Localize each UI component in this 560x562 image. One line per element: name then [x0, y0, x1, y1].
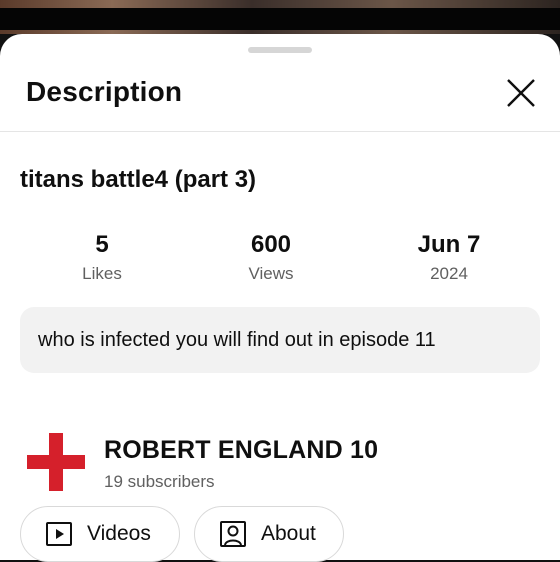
red-cross-flag-icon: [27, 433, 85, 491]
channel-avatar[interactable]: [27, 433, 85, 491]
close-button[interactable]: [500, 72, 542, 114]
description-sheet: Description titans battle4 (part 3) 5 Li…: [0, 34, 560, 562]
stat-views: 600 Views: [211, 230, 331, 284]
stat-upload-date: Jun 7 2024: [389, 230, 509, 284]
videos-button[interactable]: Videos: [20, 506, 180, 562]
about-button-label: About: [261, 522, 316, 545]
likes-count: 5: [95, 231, 109, 258]
likes-label: Likes: [82, 264, 122, 283]
play-box-icon: [46, 522, 72, 546]
video-letterbox: [0, 8, 560, 30]
sheet-title: Description: [26, 76, 183, 107]
videos-button-label: Videos: [87, 522, 151, 545]
header-divider: [0, 131, 560, 132]
views-label: Views: [248, 264, 294, 283]
upload-date-day: Jun 7: [417, 231, 481, 258]
drag-handle[interactable]: [248, 47, 312, 53]
description-text[interactable]: who is infected you will find out in epi…: [20, 307, 540, 373]
video-player-strip[interactable]: [0, 0, 560, 34]
stat-likes: 5 Likes: [42, 230, 162, 284]
subscriber-count: 19 subscribers: [104, 472, 215, 491]
channel-name[interactable]: ROBERT ENGLAND 10: [104, 436, 378, 465]
person-box-icon: [220, 521, 246, 547]
about-button[interactable]: About: [194, 506, 344, 562]
views-count: 600: [250, 231, 292, 258]
upload-date-year: 2024: [430, 264, 468, 283]
close-icon: [507, 79, 535, 107]
video-title: titans battle4 (part 3): [20, 166, 257, 193]
